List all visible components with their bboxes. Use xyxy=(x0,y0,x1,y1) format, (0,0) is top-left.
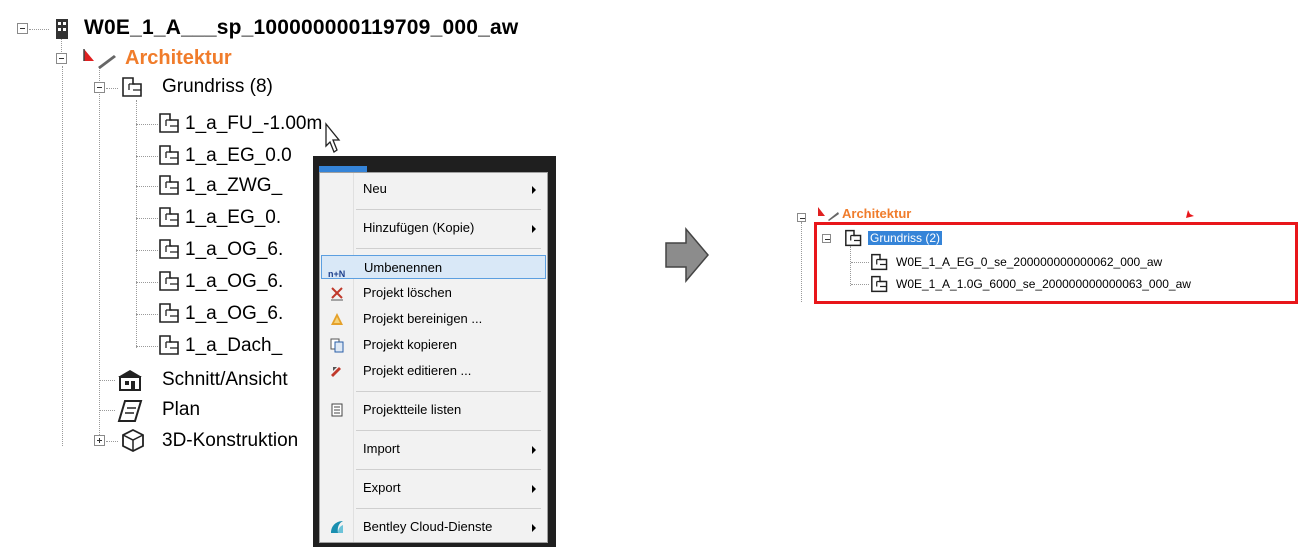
tree-line xyxy=(106,88,118,89)
submenu-arrow-icon xyxy=(532,446,536,454)
tree-line xyxy=(801,222,802,302)
tree-line xyxy=(99,66,100,441)
floor-item[interactable]: 1_a_Dach_ xyxy=(185,335,282,357)
building-icon xyxy=(56,19,68,39)
red-marker-arrow-icon xyxy=(1186,206,1198,218)
floorplan-icon xyxy=(159,175,179,195)
context-menu: Neu Hinzufügen (Kopie) n+N Umbenennen Pr… xyxy=(319,172,548,543)
rename-icon: n+N xyxy=(328,269,346,279)
menu-item-label: Projekt kopieren xyxy=(363,337,457,352)
clean-triangle-icon xyxy=(331,313,343,325)
plan-sheet-icon xyxy=(117,400,143,422)
cube-3d-icon xyxy=(122,428,144,453)
expand-toggle[interactable] xyxy=(94,435,105,446)
floor-item[interactable]: 1_a_OG_6. xyxy=(185,303,283,325)
project-root-label[interactable]: W0E_1_A___sp_100000000119709_000_aw xyxy=(84,17,518,39)
tree-line xyxy=(136,282,158,283)
architektur-label[interactable]: Architektur xyxy=(125,47,232,69)
floorplan-icon xyxy=(159,207,179,227)
floorplan-icon xyxy=(159,145,179,165)
tree-line xyxy=(136,314,158,315)
floorplan-icon xyxy=(159,113,179,133)
floor-item[interactable]: 1_a_EG_0.0 xyxy=(185,145,292,167)
menu-item-label: Projekt editieren ... xyxy=(363,363,472,378)
menu-item-bentley-cloud[interactable]: Bentley Cloud-Dienste xyxy=(321,515,546,539)
menu-item-import[interactable]: Import xyxy=(321,437,546,461)
tree-line xyxy=(136,186,158,187)
plan-label[interactable]: Plan xyxy=(162,399,200,421)
collapse-toggle[interactable] xyxy=(17,23,28,34)
delete-x-icon xyxy=(331,287,343,301)
tree-line xyxy=(136,218,158,219)
grundriss-label[interactable]: Grundriss (8) xyxy=(162,76,273,98)
menu-item-projekt-editieren[interactable]: Projekt editieren ... xyxy=(321,359,546,383)
menu-separator xyxy=(356,508,541,509)
menu-item-hinzufuegen[interactable]: Hinzufügen (Kopie) xyxy=(321,216,546,240)
menu-item-projekt-kopieren[interactable]: Projekt kopieren xyxy=(321,333,546,357)
menu-separator xyxy=(356,248,541,249)
tree-line xyxy=(136,346,158,347)
menu-item-neu[interactable]: Neu xyxy=(321,177,546,201)
bentley-cloud-icon xyxy=(331,521,343,533)
architecture-icon xyxy=(83,49,116,69)
list-icon xyxy=(331,403,343,417)
3d-konstruktion-label[interactable]: 3D-Konstruktion xyxy=(162,430,298,452)
menu-item-umbenennen[interactable]: n+N Umbenennen xyxy=(321,255,546,279)
tree-line xyxy=(136,100,137,348)
collapse-toggle[interactable] xyxy=(94,82,105,93)
result-arrow-icon xyxy=(665,226,709,284)
highlight-frame xyxy=(814,222,1298,304)
architecture-icon xyxy=(818,207,839,221)
collapse-toggle[interactable] xyxy=(56,53,67,64)
menu-item-projektteile-listen[interactable]: Projektteile listen xyxy=(321,398,546,422)
copy-icon xyxy=(330,338,344,353)
floorplan-icon xyxy=(159,303,179,323)
menu-item-label: Import xyxy=(363,441,400,456)
floor-item[interactable]: 1_a_OG_6. xyxy=(185,239,283,261)
menu-item-label: Projektteile listen xyxy=(363,402,462,417)
submenu-arrow-icon xyxy=(532,225,536,233)
menu-item-label: Projekt löschen xyxy=(363,285,452,300)
menu-item-projekt-bereinigen[interactable]: Projekt bereinigen ... xyxy=(321,307,546,331)
tree-line xyxy=(136,124,158,125)
floorplan-icon xyxy=(159,271,179,291)
floor-item[interactable]: 1_a_EG_0. xyxy=(185,207,281,229)
tree-line xyxy=(106,441,118,442)
schnitt-ansicht-label[interactable]: Schnitt/Ansicht xyxy=(162,369,288,391)
menu-separator xyxy=(356,391,541,392)
submenu-arrow-icon xyxy=(532,524,536,532)
menu-separator xyxy=(356,430,541,431)
menu-separator xyxy=(356,209,541,210)
menu-item-label: Bentley Cloud-Dienste xyxy=(363,519,493,534)
tree-line xyxy=(62,66,63,446)
floor-item[interactable]: 1_a_ZWG_ xyxy=(185,175,282,197)
floorplan-icon xyxy=(159,239,179,259)
floorplan-icon xyxy=(122,77,142,97)
tree-line xyxy=(29,29,49,30)
section-view-icon xyxy=(118,370,142,391)
architektur-label[interactable]: Architektur xyxy=(842,207,911,221)
floor-item[interactable]: 1_a_OG_6. xyxy=(185,271,283,293)
floorplan-icon xyxy=(159,335,179,355)
menu-separator xyxy=(356,469,541,470)
submenu-arrow-icon xyxy=(532,186,536,194)
submenu-arrow-icon xyxy=(532,485,536,493)
menu-item-export[interactable]: Export xyxy=(321,476,546,500)
menu-item-label: Neu xyxy=(363,181,387,196)
menu-item-projekt-loeschen[interactable]: Projekt löschen xyxy=(321,281,546,305)
tree-line xyxy=(136,250,158,251)
menu-item-label: Projekt bereinigen ... xyxy=(363,311,483,326)
menu-item-label: Export xyxy=(363,480,401,495)
collapse-toggle[interactable] xyxy=(797,213,806,222)
tree-line xyxy=(136,156,158,157)
menu-item-label: Hinzufügen (Kopie) xyxy=(363,220,475,235)
tree-line xyxy=(99,410,115,411)
floor-item[interactable]: 1_a_FU_-1.00m xyxy=(185,113,322,135)
edit-icon xyxy=(331,367,341,377)
tree-line xyxy=(99,380,115,381)
menu-item-label: Umbenennen xyxy=(364,260,443,275)
